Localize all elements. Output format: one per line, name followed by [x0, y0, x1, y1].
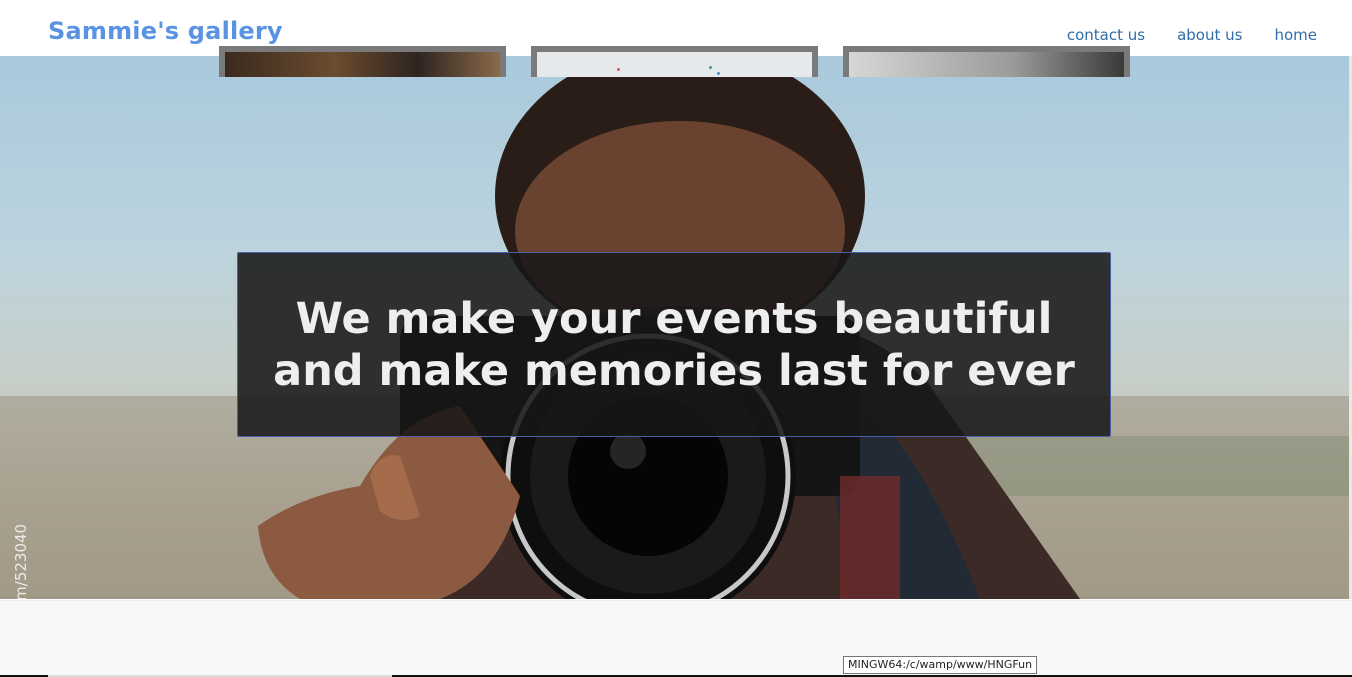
gallery-thumbnail-3[interactable] [843, 46, 1130, 77]
hero-banner: We make your events beautiful and make m… [237, 252, 1111, 437]
thumbnail-dot [717, 72, 720, 75]
brand-logo[interactable]: Sammie's gallery [48, 17, 283, 45]
watermark-id: om/523040 [12, 523, 30, 610]
thumbnail-dot [709, 66, 712, 69]
nav-link-contact-us[interactable]: contact us [1067, 26, 1145, 44]
nav-link-about-us[interactable]: about us [1177, 26, 1242, 44]
taskbar-tooltip: MINGW64:/c/wamp/www/HNGFun [843, 656, 1038, 674]
thumbnail-image [849, 52, 1124, 77]
nav-links: contact us about us home [1067, 26, 1317, 44]
hero-headline-line-1: We make your events beautiful [295, 293, 1053, 344]
thumbnail-dot [617, 68, 620, 71]
gallery-thumbnail-1[interactable] [219, 46, 506, 77]
gallery-section [0, 600, 1352, 677]
nav-link-home[interactable]: home [1274, 26, 1317, 44]
thumbnail-image [537, 52, 812, 77]
hero-headline: We make your events beautiful and make m… [273, 293, 1075, 397]
gallery-thumbnail-2[interactable] [531, 46, 818, 77]
hero-headline-line-2: and make memories last for ever [273, 345, 1075, 396]
thumbnail-image [225, 52, 500, 77]
